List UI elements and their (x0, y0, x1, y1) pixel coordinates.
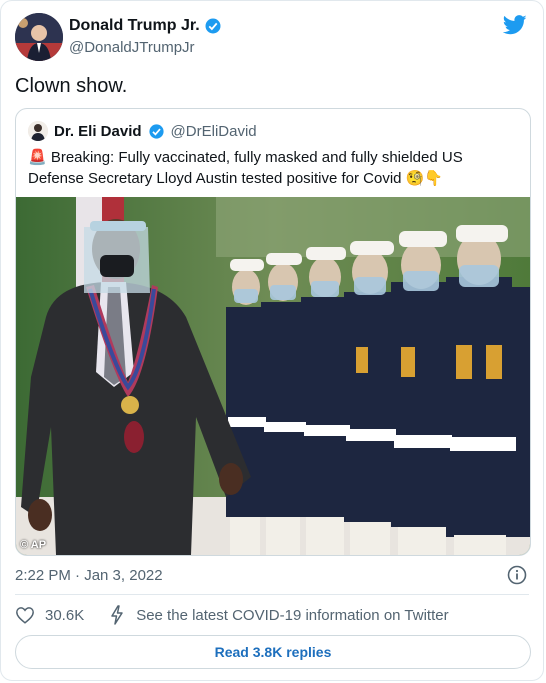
quoted-tweet-text: 🚨 Breaking: Fully vaccinated, fully mask… (28, 149, 463, 187)
author-name[interactable]: Donald Trump Jr. (69, 17, 200, 35)
verified-badge-icon (148, 123, 164, 139)
like-count: 30.6K (45, 606, 85, 624)
tweet-text: Clown show. (15, 75, 128, 97)
covid-info-link[interactable]: See the latest COVID-19 information on T… (110, 605, 449, 625)
info-icon[interactable] (507, 565, 527, 585)
verified-badge-icon (205, 18, 221, 34)
embedded-tweet: Donald Trump Jr. @DonaldJTrumpJr Clown s… (0, 0, 544, 681)
quoted-author-name[interactable]: Dr. Eli David (54, 123, 142, 140)
heart-icon (16, 607, 34, 624)
photo-credit: © AP (20, 539, 47, 551)
quoted-tweet-header: Dr. Eli David @DrEliDavid (28, 121, 257, 141)
like-button[interactable]: 30.6K (15, 606, 84, 624)
quoted-tweet-photo[interactable]: © AP (16, 197, 530, 555)
read-replies-button[interactable]: Read 3.8K replies (15, 635, 531, 669)
tweet-timestamp[interactable]: 2:22 PM · Jan 3, 2022 (15, 567, 163, 584)
tweet-actions: 30.6K See the latest COVID-19 informatio… (15, 605, 449, 625)
quoted-author-handle[interactable]: @DrEliDavid (171, 123, 257, 140)
ceremony-photo (16, 197, 530, 555)
lightning-icon (111, 605, 123, 625)
covid-info-text[interactable]: See the latest COVID-19 information on T… (136, 607, 448, 624)
author-name-row[interactable]: Donald Trump Jr. (69, 17, 222, 35)
quoted-tweet[interactable]: Dr. Eli David @DrEliDavid 🚨 Breaking: Fu… (15, 108, 531, 556)
author-handle[interactable]: @DonaldJTrumpJr (69, 39, 195, 56)
author-avatar[interactable] (15, 13, 63, 61)
honor-guard-group (226, 225, 530, 555)
divider (15, 594, 529, 595)
quoted-author-avatar[interactable] (28, 121, 48, 141)
twitter-bird-icon[interactable] (503, 15, 527, 35)
